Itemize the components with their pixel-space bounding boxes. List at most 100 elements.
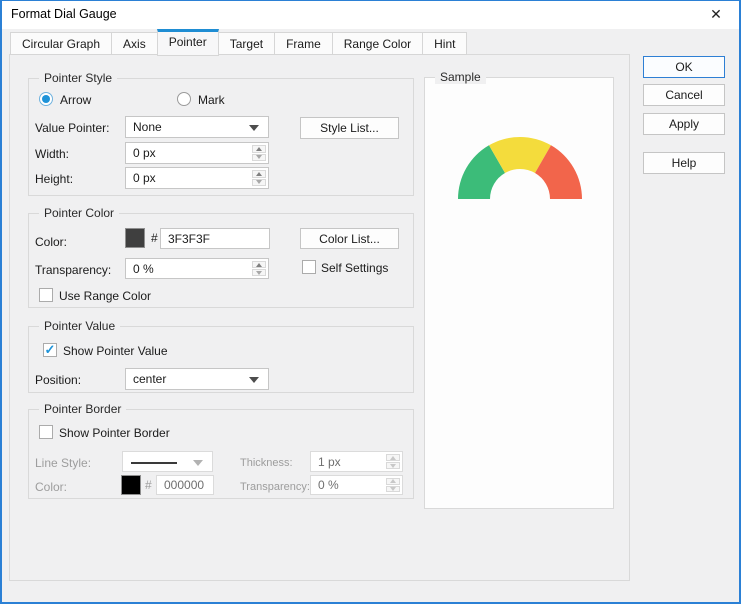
show-pointer-border-checkbox[interactable]: ✓ xyxy=(39,425,53,439)
cancel-button-label: Cancel xyxy=(665,88,702,102)
tab-circular-graph[interactable]: Circular Graph xyxy=(10,32,112,55)
spin-up-icon[interactable] xyxy=(386,478,400,485)
spin-up-icon[interactable] xyxy=(386,454,400,461)
tab-axis[interactable]: Axis xyxy=(111,32,158,55)
color-label: Color: xyxy=(35,235,67,249)
chevron-down-icon xyxy=(249,125,259,131)
transparency-label: Transparency: xyxy=(35,263,111,277)
solid-line-icon xyxy=(131,462,177,464)
close-button[interactable]: ✕ xyxy=(701,3,731,26)
apply-button[interactable]: Apply xyxy=(643,113,725,135)
spin-up-icon[interactable] xyxy=(252,261,266,268)
tab-hint[interactable]: Hint xyxy=(422,32,467,55)
use-range-color-label[interactable]: Use Range Color xyxy=(59,289,151,303)
height-label: Height: xyxy=(35,172,73,186)
color-list-button[interactable]: Color List... xyxy=(300,228,399,249)
value-pointer-dropdown[interactable]: None xyxy=(125,116,269,138)
border-transparency-value: 0 % xyxy=(318,478,339,492)
style-list-button-label: Style List... xyxy=(320,121,379,135)
tab-pointer[interactable]: Pointer xyxy=(157,29,219,56)
transparency-value: 0 % xyxy=(133,262,154,276)
tab-target[interactable]: Target xyxy=(218,32,275,55)
line-style-dropdown[interactable] xyxy=(122,451,213,472)
border-thickness-label: Thickness: xyxy=(240,457,293,469)
pointer-value-group: Pointer Value ✓ Show Pointer Value Posit… xyxy=(28,326,414,393)
border-color-swatch[interactable] xyxy=(121,475,141,495)
spin-buttons[interactable] xyxy=(385,453,401,470)
pointer-style-group: Pointer Style Arrow Mark Value Pointer: … xyxy=(28,78,414,196)
border-color-hex-value: 000000 xyxy=(164,478,204,492)
spin-buttons[interactable] xyxy=(385,477,401,493)
width-spinner[interactable]: 0 px xyxy=(125,142,269,164)
transparency-spinner[interactable]: 0 % xyxy=(125,258,269,279)
pointer-color-legend: Pointer Color xyxy=(39,206,119,220)
position-label: Position: xyxy=(35,373,81,387)
cancel-button[interactable]: Cancel xyxy=(643,84,725,106)
border-transparency-spinner[interactable]: 0 % xyxy=(310,475,403,495)
pointer-style-legend: Pointer Style xyxy=(39,71,117,85)
close-icon: ✕ xyxy=(710,6,722,23)
border-thickness-spinner[interactable]: 1 px xyxy=(310,451,403,472)
arrow-radio-label[interactable]: Arrow xyxy=(60,93,91,107)
value-pointer-label: Value Pointer: xyxy=(35,121,110,135)
mark-radio-label[interactable]: Mark xyxy=(198,93,225,107)
color-list-button-label: Color List... xyxy=(319,232,380,246)
spin-down-icon[interactable] xyxy=(386,486,400,493)
pointer-border-legend: Pointer Border xyxy=(39,402,126,416)
height-spinner[interactable]: 0 px xyxy=(125,167,269,189)
position-dropdown[interactable]: center xyxy=(125,368,269,390)
help-button-label: Help xyxy=(672,156,697,170)
style-list-button[interactable]: Style List... xyxy=(300,117,399,139)
chevron-down-icon xyxy=(193,460,203,466)
color-swatch[interactable] xyxy=(125,228,145,248)
spin-down-icon[interactable] xyxy=(252,269,266,276)
line-style-label: Line Style: xyxy=(35,456,91,470)
dialog-title: Format Dial Gauge xyxy=(11,7,117,21)
border-thickness-value: 1 px xyxy=(318,455,341,469)
value-pointer-value: None xyxy=(133,120,162,134)
color-hex-input[interactable]: 3F3F3F xyxy=(160,228,270,249)
help-button[interactable]: Help xyxy=(643,152,725,174)
spin-up-icon[interactable] xyxy=(252,145,266,153)
use-range-color-checkbox[interactable]: ✓ xyxy=(39,288,53,302)
width-label: Width: xyxy=(35,147,69,161)
ok-button-label: OK xyxy=(675,60,692,74)
self-settings-label[interactable]: Self Settings xyxy=(321,261,388,275)
hash-symbol: # xyxy=(151,231,158,245)
spin-up-icon[interactable] xyxy=(252,170,266,178)
pointer-value-legend: Pointer Value xyxy=(39,319,120,333)
mark-radio[interactable] xyxy=(177,92,191,106)
pointer-color-group: Pointer Color Color: # 3F3F3F Color List… xyxy=(28,213,414,308)
width-value: 0 px xyxy=(133,146,156,160)
dial-gauge-preview xyxy=(425,136,615,206)
position-value: center xyxy=(133,372,166,386)
border-color-hex-input[interactable]: 000000 xyxy=(156,475,214,495)
sample-group: Sample xyxy=(424,77,614,509)
spin-buttons[interactable] xyxy=(251,169,267,187)
title-bar: Format Dial Gauge ✕ xyxy=(0,0,741,29)
border-transparency-label: Transparency: xyxy=(240,481,310,493)
color-hex-value: 3F3F3F xyxy=(168,232,210,246)
radio-dot xyxy=(42,95,50,103)
format-dial-gauge-dialog: Format Dial Gauge ✕ Circular Graph Axis … xyxy=(0,0,741,604)
spin-buttons[interactable] xyxy=(251,144,267,162)
show-pointer-value-label[interactable]: Show Pointer Value xyxy=(63,344,168,358)
show-pointer-value-checkbox[interactable]: ✓ xyxy=(43,343,57,357)
tab-range-color[interactable]: Range Color xyxy=(332,32,423,55)
ok-button[interactable]: OK xyxy=(643,56,725,78)
height-value: 0 px xyxy=(133,171,156,185)
sample-legend: Sample xyxy=(435,70,486,84)
spin-down-icon[interactable] xyxy=(252,154,266,162)
self-settings-checkbox[interactable]: ✓ xyxy=(302,260,316,274)
arrow-radio[interactable] xyxy=(39,92,53,106)
spin-down-icon[interactable] xyxy=(386,462,400,469)
apply-button-label: Apply xyxy=(669,117,699,131)
show-pointer-border-label[interactable]: Show Pointer Border xyxy=(59,426,170,440)
tab-strip: Circular Graph Axis Pointer Target Frame… xyxy=(10,31,466,55)
spin-buttons[interactable] xyxy=(251,260,267,277)
tab-frame[interactable]: Frame xyxy=(274,32,333,55)
chevron-down-icon xyxy=(249,377,259,383)
check-icon: ✓ xyxy=(45,343,56,356)
spin-down-icon[interactable] xyxy=(252,179,266,187)
tab-content-panel: Pointer Style Arrow Mark Value Pointer: … xyxy=(9,54,630,581)
